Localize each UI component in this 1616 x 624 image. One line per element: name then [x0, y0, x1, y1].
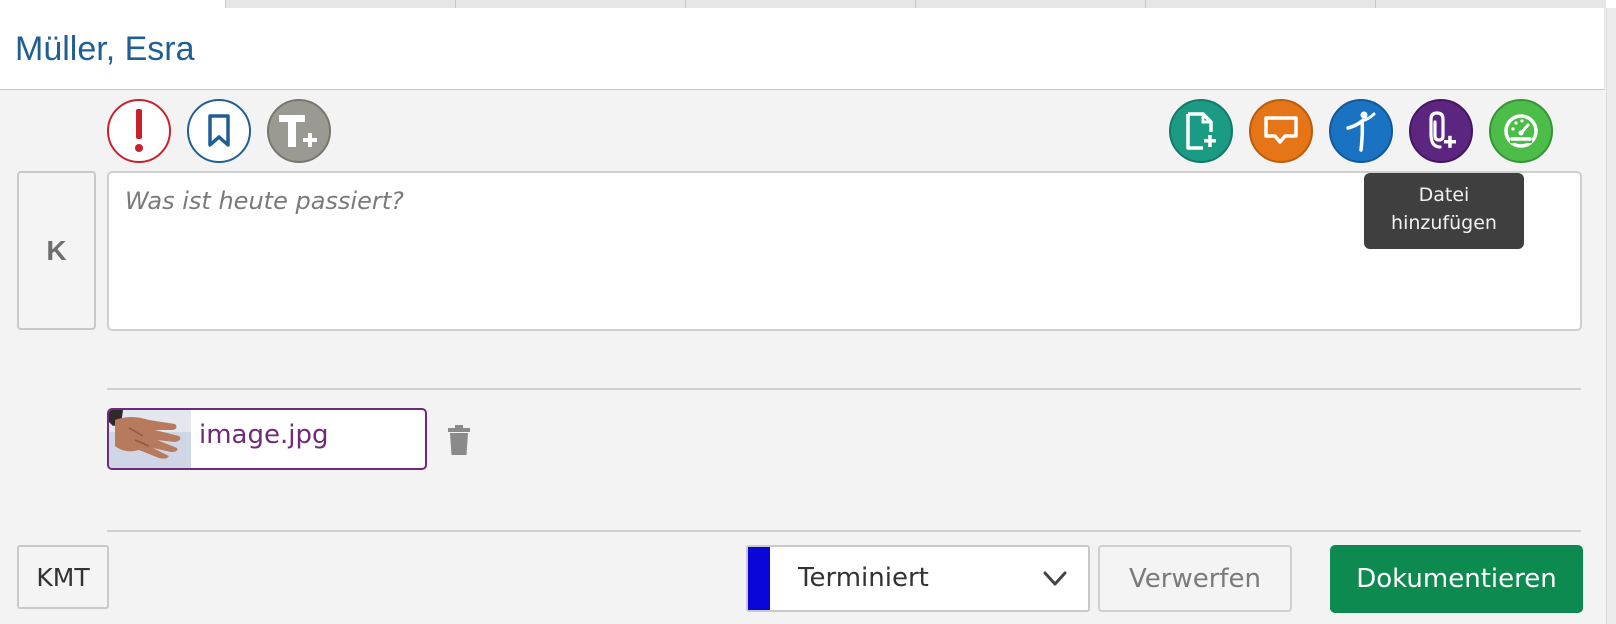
- urgent-button[interactable]: [107, 99, 171, 163]
- tab[interactable]: [685, 0, 915, 8]
- discard-button[interactable]: Verwerfen: [1098, 545, 1292, 612]
- vitals-button[interactable]: [1489, 99, 1553, 163]
- text-template-button[interactable]: [267, 99, 331, 163]
- exclamation-icon: [135, 109, 143, 152]
- document-button[interactable]: Dokumentieren: [1330, 545, 1583, 613]
- tab[interactable]: [1145, 0, 1375, 8]
- bookmark-button[interactable]: [187, 99, 251, 163]
- file-plus-icon: [1186, 112, 1216, 150]
- top-tab-strip: [0, 0, 1616, 8]
- entry-text-input[interactable]: [107, 171, 1582, 331]
- divider: [107, 530, 1581, 532]
- tooltip-line: hinzufügen: [1391, 212, 1497, 234]
- patient-header: Müller, Esra: [0, 8, 1605, 90]
- bookmark-icon: [208, 114, 230, 147]
- text-plus-icon: [279, 115, 317, 147]
- attachment-filename[interactable]: image.jpg: [199, 420, 328, 450]
- add-file-button[interactable]: [1409, 99, 1473, 163]
- kmt-button[interactable]: KMT: [17, 545, 109, 609]
- new-document-button[interactable]: [1169, 99, 1233, 163]
- status-color-bar: [748, 547, 770, 610]
- tab[interactable]: [225, 0, 455, 8]
- message-button[interactable]: [1249, 99, 1313, 163]
- attachment-thumbnail: [109, 410, 191, 468]
- tooltip-line: Datei: [1418, 184, 1470, 206]
- attachment-chip[interactable]: image.jpg: [107, 408, 427, 470]
- add-file-tooltip: Datei hinzufügen: [1364, 173, 1524, 249]
- person-activity-button[interactable]: [1329, 99, 1393, 163]
- paperclip-plus-icon: [1429, 111, 1456, 149]
- tab[interactable]: [915, 0, 1145, 8]
- tab[interactable]: [455, 0, 685, 8]
- status-label: Terminiert: [798, 563, 929, 593]
- entry-type-box[interactable]: K: [17, 171, 96, 330]
- chevron-down-icon: [1043, 571, 1067, 586]
- status-select[interactable]: Terminiert: [746, 545, 1090, 612]
- gauge-icon: [1504, 114, 1538, 148]
- message-icon: [1264, 116, 1298, 144]
- divider: [107, 388, 1581, 390]
- trash-icon[interactable]: [446, 424, 472, 456]
- patient-name: Müller, Esra: [15, 30, 195, 68]
- tab[interactable]: [1375, 0, 1606, 8]
- scrollbar[interactable]: [1606, 8, 1616, 624]
- person-icon: [1346, 111, 1376, 152]
